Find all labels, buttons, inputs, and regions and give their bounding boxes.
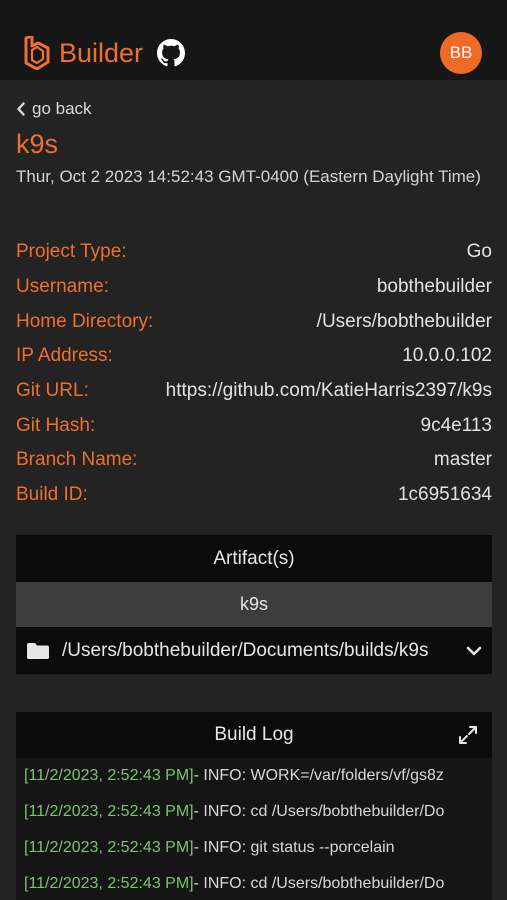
build-date: Thur, Oct 2 2023 14:52:43 GMT-0400 (East… (16, 167, 481, 186)
log-message: - INFO: cd /Users/bobthebuilder/Do (193, 803, 445, 820)
artifacts-panel: Artifact(s) k9s /Users/bobthebuilder/Doc… (16, 535, 492, 674)
log-message: - INFO: WORK=/var/folders/vf/gs8z (193, 767, 444, 784)
info-label: Branch Name: (16, 449, 138, 471)
build-log-header: Build Log (16, 712, 492, 758)
build-log-title: Build Log (214, 724, 294, 745)
top-bar: Builder BB (0, 0, 507, 80)
build-log-body[interactable]: [11/2/2023, 2:52:43 PM] - INFO: WORK=/va… (16, 758, 492, 900)
info-value: 1c6951634 (397, 484, 492, 506)
chevron-down-icon[interactable] (466, 645, 482, 657)
build-title: k9s (16, 129, 59, 159)
build-log-panel: Build Log [11/2/2023, 2:52:43 PM] - INFO… (16, 712, 492, 900)
log-timestamp: [11/2/2023, 2:52:43 PM] (24, 839, 194, 856)
build-info-list: Project Type: Go Username: bobthebuilder… (16, 235, 492, 513)
expand-icon[interactable] (458, 725, 478, 745)
user-avatar[interactable]: BB (440, 32, 482, 74)
info-row-project-type: Project Type: Go (16, 235, 492, 270)
log-timestamp: [11/2/2023, 2:52:43 PM] (24, 875, 194, 892)
info-value: 9c4e113 (420, 414, 493, 436)
log-message: - INFO: cd /Users/bobthebuilder/Do (193, 875, 445, 892)
info-value: Go (466, 241, 492, 263)
log-line: [11/2/2023, 2:52:43 PM] - INFO: cd /User… (16, 866, 492, 900)
info-label: Build ID: (16, 484, 88, 506)
artifact-name: k9s (16, 582, 492, 627)
log-message: - INFO: git status --porcelain (193, 839, 395, 856)
info-label: Project Type: (16, 241, 127, 263)
log-timestamp: [11/2/2023, 2:52:43 PM] (24, 803, 194, 820)
log-line: [11/2/2023, 2:52:43 PM] - INFO: cd /User… (16, 794, 492, 830)
info-row-branch-name: Branch Name: master (16, 443, 492, 478)
info-label: Home Directory: (16, 310, 154, 332)
builder-logo-icon (24, 36, 50, 70)
log-timestamp: [11/2/2023, 2:52:43 PM] (24, 767, 194, 784)
info-label: Git Hash: (16, 414, 96, 436)
info-value: master (433, 449, 492, 471)
info-value: https://github.com/KatieHarris2397/k9s (165, 380, 492, 402)
go-back-label: go back (32, 99, 92, 118)
info-row-home-directory: Home Directory: /Users/bobthebuilder (16, 304, 492, 339)
go-back-link[interactable]: go back (16, 98, 92, 120)
chevron-left-icon (17, 102, 25, 116)
info-label: IP Address: (16, 345, 113, 367)
log-line: [11/2/2023, 2:52:43 PM] - INFO: WORK=/va… (16, 758, 492, 794)
brand-title: Builder (59, 38, 144, 68)
info-value: /Users/bobthebuilder (316, 310, 492, 332)
info-row-git-url: Git URL: https://github.com/KatieHarris2… (16, 374, 492, 409)
artifacts-header: Artifact(s) (213, 547, 295, 569)
artifact-path: /Users/bobthebuilder/Documents/builds/k9… (62, 639, 429, 661)
info-value: 10.0.0.102 (402, 345, 492, 367)
github-icon[interactable] (157, 39, 185, 67)
info-row-username: Username: bobthebuilder (16, 270, 492, 305)
info-value: bobthebuilder (376, 276, 492, 298)
info-row-build-id: Build ID: 1c6951634 (16, 478, 492, 513)
info-row-git-hash: Git Hash: 9c4e113 (16, 408, 492, 443)
log-line: [11/2/2023, 2:52:43 PM] - INFO: git stat… (16, 830, 492, 866)
folder-icon (27, 642, 49, 659)
info-label: Username: (16, 276, 109, 298)
artifact-path-item[interactable]: /Users/bobthebuilder/Documents/builds/k9… (16, 627, 492, 674)
info-row-ip-address: IP Address: 10.0.0.102 (16, 339, 492, 374)
info-label: Git URL: (16, 380, 89, 402)
